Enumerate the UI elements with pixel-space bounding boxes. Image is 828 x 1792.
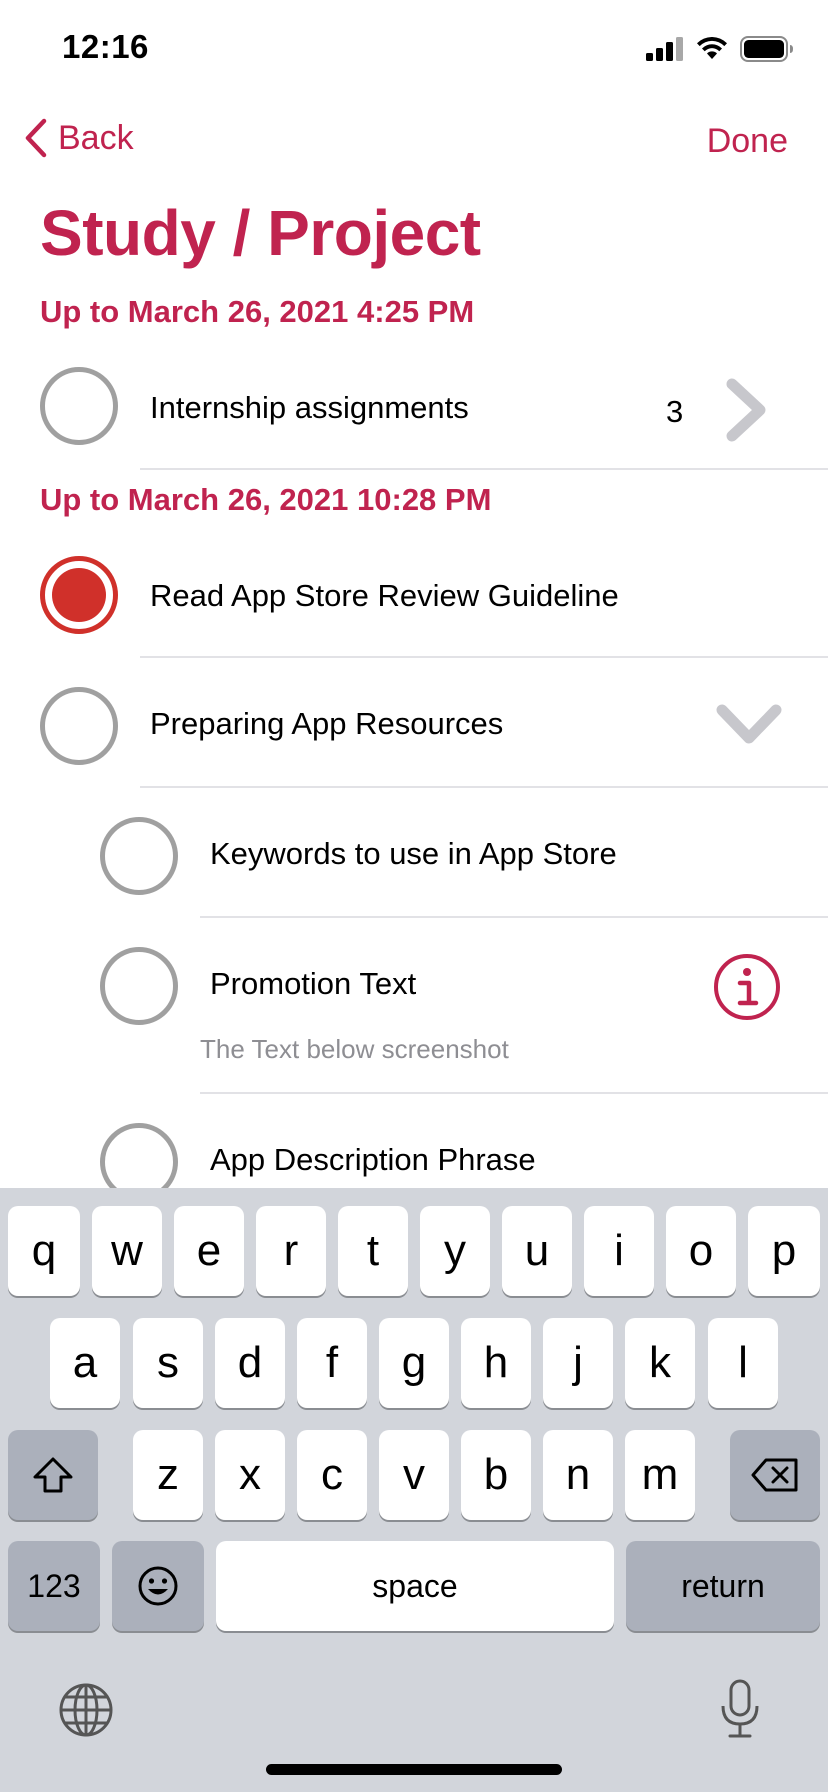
key-e[interactable]: e	[174, 1206, 244, 1296]
completion-circle[interactable]	[40, 687, 118, 765]
done-button[interactable]: Done	[707, 122, 788, 161]
key-o[interactable]: o	[666, 1206, 736, 1296]
key-d[interactable]: d	[215, 1318, 285, 1408]
navigation-bar: Back Done	[0, 100, 828, 180]
completed-circle[interactable]	[40, 556, 118, 634]
item-title: Promotion Text	[210, 966, 417, 1001]
key-b[interactable]: b	[461, 1430, 531, 1520]
status-time: 12:16	[62, 28, 149, 65]
chevron-left-icon	[25, 118, 47, 158]
subtask-item[interactable]: App Description Phrase	[0, 1094, 828, 1188]
delete-backward-icon	[751, 1458, 798, 1492]
completion-circle[interactable]	[40, 367, 118, 445]
key-f[interactable]: f	[297, 1318, 367, 1408]
key-r[interactable]: r	[256, 1206, 326, 1296]
item-title: Keywords to use in App Store	[210, 836, 617, 871]
chevron-right-icon[interactable]	[722, 378, 770, 442]
emoji-key[interactable]	[112, 1541, 204, 1631]
key-n[interactable]: n	[543, 1430, 613, 1520]
emoji-icon	[138, 1566, 178, 1606]
completion-circle[interactable]	[100, 1123, 178, 1188]
wifi-icon	[697, 37, 727, 59]
key-k[interactable]: k	[625, 1318, 695, 1408]
key-m[interactable]: m	[625, 1430, 695, 1520]
chevron-down-icon[interactable]	[714, 702, 784, 748]
item-note: The Text below screenshot	[200, 1034, 509, 1064]
key-x[interactable]: x	[215, 1430, 285, 1520]
back-button-label: Back	[58, 118, 134, 157]
row-divider	[140, 468, 828, 470]
key-s[interactable]: s	[133, 1318, 203, 1408]
list-item[interactable]: Preparing App Resources	[0, 658, 828, 788]
status-bar: 12:16	[0, 0, 828, 100]
key-l[interactable]: l	[708, 1318, 778, 1408]
info-icon[interactable]	[712, 952, 782, 1022]
key-u[interactable]: u	[502, 1206, 572, 1296]
key-c[interactable]: c	[297, 1430, 367, 1520]
return-key[interactable]: return	[626, 1541, 820, 1631]
shift-key[interactable]	[8, 1430, 98, 1520]
key-v[interactable]: v	[379, 1430, 449, 1520]
home-indicator	[266, 1764, 562, 1775]
delete-key[interactable]	[730, 1430, 820, 1520]
space-key[interactable]: space	[216, 1541, 614, 1631]
subtask-item[interactable]: Promotion Text The Text below screenshot	[0, 918, 828, 1094]
key-h[interactable]: h	[461, 1318, 531, 1408]
key-i[interactable]: i	[584, 1206, 654, 1296]
key-p[interactable]: p	[748, 1206, 820, 1296]
item-title: Read App Store Review Guideline	[150, 578, 619, 613]
item-title: Preparing App Resources	[150, 706, 504, 741]
key-y[interactable]: y	[420, 1206, 490, 1296]
globe-icon[interactable]	[58, 1682, 114, 1738]
subtask-item[interactable]: Keywords to use in App Store	[0, 788, 828, 918]
key-z[interactable]: z	[133, 1430, 203, 1520]
keyboard: q w e r t y u i o p a s d f g h j k l z …	[0, 1188, 828, 1792]
subtask-count: 3	[666, 394, 684, 429]
item-title[interactable]: App Description Phrase	[210, 1142, 536, 1178]
completion-circle[interactable]	[100, 817, 178, 895]
key-q[interactable]: q	[8, 1206, 80, 1296]
list-item[interactable]: Internship assignments 3	[0, 362, 828, 470]
key-w[interactable]: w	[92, 1206, 162, 1296]
key-t[interactable]: t	[338, 1206, 408, 1296]
key-j[interactable]: j	[543, 1318, 613, 1408]
battery-icon	[740, 36, 793, 62]
numbers-key[interactable]: 123	[8, 1541, 100, 1631]
key-g[interactable]: g	[379, 1318, 449, 1408]
item-title: Internship assignments	[150, 390, 469, 425]
microphone-icon[interactable]	[718, 1678, 762, 1740]
shift-icon	[33, 1457, 73, 1493]
back-button[interactable]: Back	[24, 118, 134, 158]
key-a[interactable]: a	[50, 1318, 120, 1408]
cellular-signal-icon	[646, 37, 683, 61]
page-title: Study / Project	[40, 197, 481, 269]
list-item[interactable]: Read App Store Review Guideline	[0, 548, 828, 658]
completion-circle[interactable]	[100, 947, 178, 1025]
status-icons	[646, 36, 794, 62]
section-header: Up to March 26, 2021 4:25 PM	[40, 294, 475, 329]
section-header: Up to March 26, 2021 10:28 PM	[40, 482, 492, 517]
